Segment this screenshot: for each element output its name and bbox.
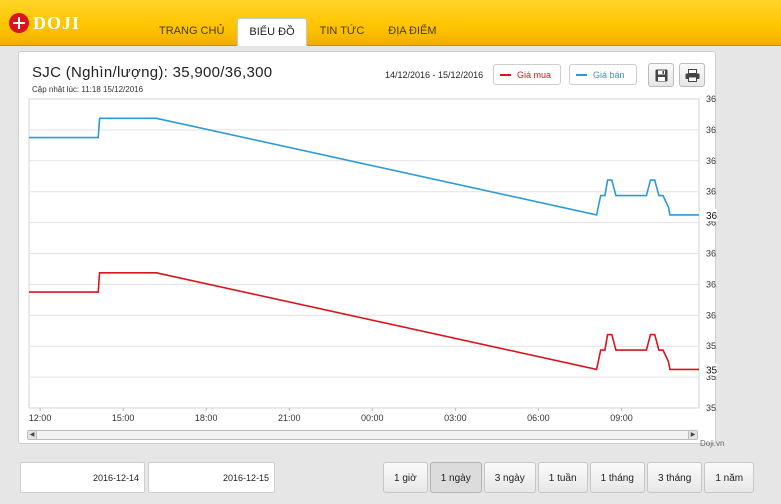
y-tick-label: 36,200: [706, 249, 717, 259]
nav-tab-home[interactable]: TRANG CHỦ: [148, 18, 235, 45]
legend-sell-label: Giá bán: [593, 69, 625, 80]
y-tick-label: 35,960: [706, 341, 717, 351]
period-3-months-button[interactable]: 3 tháng: [646, 462, 703, 493]
price-chart: 36,60036,52036,44036,36036,28036,20036,1…: [28, 94, 717, 423]
scroll-left-arrow-icon[interactable]: ◀: [28, 431, 37, 439]
buy-price-line: [29, 272, 699, 371]
save-icon: [655, 69, 667, 81]
chart-scrollbar[interactable]: ◀ ▶: [27, 430, 698, 440]
nav-tab-news[interactable]: TIN TỨC: [309, 18, 376, 45]
top-navigation-bar: DOJI TRANG CHỦ BIỂU ĐỒ TIN TỨC ĐỊA ĐIỂM: [0, 0, 781, 46]
period-3-days-button[interactable]: 3 ngày: [483, 462, 536, 493]
brand-name: DOJI: [33, 12, 81, 33]
x-tick-label: 12:00: [29, 413, 52, 423]
y-tick-label: 36,520: [706, 125, 717, 135]
to-date-field[interactable]: 2016-12-15: [148, 462, 275, 493]
save-button[interactable]: [648, 63, 674, 87]
y-tick-label: 35,800: [706, 403, 717, 413]
sell-last-value-label: 36,300: [706, 211, 717, 222]
x-tick-label: 03:00: [444, 413, 467, 423]
sell-price-line: [29, 117, 699, 216]
legend-buy-label: Giá mua: [517, 69, 552, 80]
legend-buy-swatch: [500, 73, 511, 76]
updated-time: Cập nhật lúc: 11:18 15/12/2016: [32, 85, 144, 94]
period-1-week-button[interactable]: 1 tuần: [537, 462, 588, 493]
legend-sell-swatch: [576, 73, 587, 76]
x-tick-label: 00:00: [361, 413, 384, 423]
y-tick-label: 36,360: [706, 187, 717, 197]
period-1-day-button[interactable]: 1 ngày: [429, 462, 482, 493]
date-range: 14/12/2016 - 15/12/2016: [385, 70, 484, 80]
legend-sell-toggle[interactable]: Giá bán: [569, 64, 637, 85]
x-tick-label: 09:00: [610, 413, 633, 423]
legend-buy-toggle[interactable]: Giá mua: [493, 64, 561, 85]
y-tick-label: 36,440: [706, 156, 717, 166]
print-icon: [685, 68, 699, 82]
period-1-year-button[interactable]: 1 năm: [704, 462, 755, 493]
x-tick-label: 15:00: [112, 413, 135, 423]
brand-logo[interactable]: DOJI: [9, 12, 80, 34]
x-tick-label: 21:00: [278, 413, 301, 423]
print-button[interactable]: [679, 63, 705, 87]
doji-logo-icon: [9, 13, 29, 33]
y-tick-label: 36,600: [706, 94, 717, 104]
scroll-right-arrow-icon[interactable]: ▶: [688, 431, 697, 439]
x-tick-label: 06:00: [527, 413, 550, 423]
chart-panel: 36,60036,52036,44036,36036,28036,20036,1…: [18, 51, 724, 448]
y-tick-label: 36,120: [706, 279, 717, 289]
x-tick-label: 18:00: [195, 413, 218, 423]
y-tick-label: 36,040: [706, 310, 717, 320]
nav-tab-chart[interactable]: BIỂU ĐỒ: [237, 18, 307, 46]
chart-title: SJC (Nghìn/lượng): 35,900/36,300: [32, 64, 273, 81]
source-credit: Doji.vn: [700, 439, 725, 448]
buy-last-value-label: 35,900: [706, 365, 717, 376]
period-1-month-button[interactable]: 1 tháng: [589, 462, 645, 493]
period-selector: 1 giờ 1 ngày 3 ngày 1 tuần 1 tháng 3 thá…: [383, 462, 756, 493]
nav-tab-locations[interactable]: ĐỊA ĐIỂM: [377, 18, 447, 45]
main-nav: TRANG CHỦ BIỂU ĐỒ TIN TỨC ĐỊA ĐIỂM: [148, 18, 450, 46]
period-1-hour-button[interactable]: 1 giờ: [383, 462, 428, 493]
from-date-field[interactable]: 2016-12-14: [20, 462, 145, 493]
